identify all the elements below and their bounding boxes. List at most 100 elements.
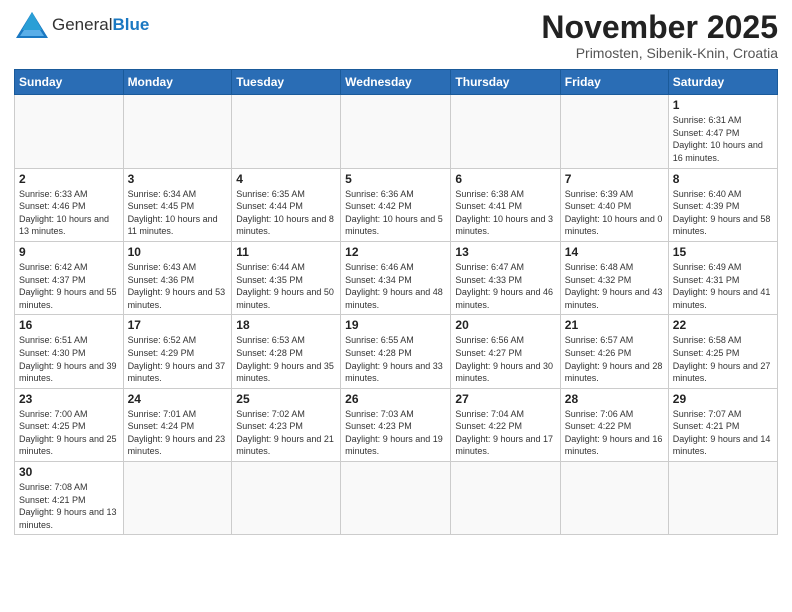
day-info: Sunrise: 6:36 AMSunset: 4:42 PMDaylight:… — [345, 188, 446, 238]
day-number: 21 — [565, 318, 664, 332]
weekday-header-thursday: Thursday — [451, 70, 560, 95]
calendar-cell — [15, 95, 124, 168]
calendar-cell: 9Sunrise: 6:42 AMSunset: 4:37 PMDaylight… — [15, 241, 124, 314]
day-info: Sunrise: 6:52 AMSunset: 4:29 PMDaylight:… — [128, 334, 228, 384]
calendar-cell — [451, 462, 560, 535]
weekday-header-sunday: Sunday — [15, 70, 124, 95]
calendar-cell: 6 Sunrise: 6:38 AMSunset: 4:41 PMDaylight… — [451, 168, 560, 241]
day-info: Sunrise: 6:38 AMSunset: 4:41 PMDaylight:… — [455, 188, 555, 238]
logo-text: GeneralBlue — [52, 15, 149, 35]
day-number: 7 — [565, 172, 664, 186]
calendar-cell — [451, 95, 560, 168]
day-info: Sunrise: 6:51 AMSunset: 4:30 PMDaylight:… — [19, 334, 119, 384]
day-number: 15 — [673, 245, 773, 259]
day-number: 12 — [345, 245, 446, 259]
day-info: Sunrise: 6:57 AMSunset: 4:26 PMDaylight:… — [565, 334, 664, 384]
day-number: 4 — [236, 172, 336, 186]
subtitle: Primosten, Sibenik-Knin, Croatia — [541, 45, 778, 61]
day-info: Sunrise: 6:49 AMSunset: 4:31 PMDaylight:… — [673, 261, 773, 311]
calendar-cell: 16 Sunrise: 6:51 AMSunset: 4:30 PMDayligh… — [15, 315, 124, 388]
day-number: 2 — [19, 172, 119, 186]
calendar-cell: 27 Sunrise: 7:04 AMSunset: 4:22 PMDayligh… — [451, 388, 560, 461]
day-number: 24 — [128, 392, 228, 406]
calendar-cell: 10 Sunrise: 6:43 AMSunset: 4:36 PMDayligh… — [123, 241, 232, 314]
day-number: 29 — [673, 392, 773, 406]
calendar-week-5: 23 Sunrise: 7:00 AMSunset: 4:25 PMDayligh… — [15, 388, 778, 461]
calendar-cell: 11 Sunrise: 6:44 AMSunset: 4:35 PMDayligh… — [232, 241, 341, 314]
day-number: 8 — [673, 172, 773, 186]
calendar-cell: 14 Sunrise: 6:48 AMSunset: 4:32 PMDayligh… — [560, 241, 668, 314]
logo-icon — [14, 10, 50, 40]
calendar-cell: 30Sunrise: 7:08 AMSunset: 4:21 PMDayligh… — [15, 462, 124, 535]
calendar-cell: 3Sunrise: 6:34 AMSunset: 4:45 PMDaylight… — [123, 168, 232, 241]
day-info: Sunrise: 7:02 AMSunset: 4:23 PMDaylight:… — [236, 408, 336, 458]
calendar-cell: 29 Sunrise: 7:07 AMSunset: 4:21 PMDayligh… — [668, 388, 777, 461]
day-info: Sunrise: 6:48 AMSunset: 4:32 PMDaylight:… — [565, 261, 664, 311]
day-number: 1 — [673, 98, 773, 112]
calendar-cell: 18Sunrise: 6:53 AMSunset: 4:28 PMDayligh… — [232, 315, 341, 388]
calendar-cell: 24 Sunrise: 7:01 AMSunset: 4:24 PMDayligh… — [123, 388, 232, 461]
day-info: Sunrise: 7:03 AMSunset: 4:23 PMDaylight:… — [345, 408, 446, 458]
calendar-cell: 17 Sunrise: 6:52 AMSunset: 4:29 PMDayligh… — [123, 315, 232, 388]
calendar-cell: 28Sunrise: 7:06 AMSunset: 4:22 PMDayligh… — [560, 388, 668, 461]
day-info: Sunrise: 6:39 AMSunset: 4:40 PMDaylight:… — [565, 188, 664, 238]
calendar-cell: 2Sunrise: 6:33 AMSunset: 4:46 PMDaylight… — [15, 168, 124, 241]
day-number: 19 — [345, 318, 446, 332]
calendar-week-6: 30Sunrise: 7:08 AMSunset: 4:21 PMDayligh… — [15, 462, 778, 535]
calendar-week-4: 16 Sunrise: 6:51 AMSunset: 4:30 PMDayligh… — [15, 315, 778, 388]
calendar-cell: 5Sunrise: 6:36 AMSunset: 4:42 PMDaylight… — [341, 168, 451, 241]
day-info: Sunrise: 6:53 AMSunset: 4:28 PMDaylight:… — [236, 334, 336, 384]
calendar-cell: 13 Sunrise: 6:47 AMSunset: 4:33 PMDayligh… — [451, 241, 560, 314]
day-info: Sunrise: 7:07 AMSunset: 4:21 PMDaylight:… — [673, 408, 773, 458]
day-number: 3 — [128, 172, 228, 186]
day-info: Sunrise: 6:35 AMSunset: 4:44 PMDaylight:… — [236, 188, 336, 238]
day-number: 20 — [455, 318, 555, 332]
day-number: 11 — [236, 245, 336, 259]
day-info: Sunrise: 6:46 AMSunset: 4:34 PMDaylight:… — [345, 261, 446, 311]
calendar-cell: 22Sunrise: 6:58 AMSunset: 4:25 PMDayligh… — [668, 315, 777, 388]
calendar-cell: 15 Sunrise: 6:49 AMSunset: 4:31 PMDayligh… — [668, 241, 777, 314]
day-number: 16 — [19, 318, 119, 332]
weekday-header-monday: Monday — [123, 70, 232, 95]
calendar-cell: 23 Sunrise: 7:00 AMSunset: 4:25 PMDayligh… — [15, 388, 124, 461]
day-number: 10 — [128, 245, 228, 259]
day-info: Sunrise: 6:56 AMSunset: 4:27 PMDaylight:… — [455, 334, 555, 384]
calendar-cell: 19Sunrise: 6:55 AMSunset: 4:28 PMDayligh… — [341, 315, 451, 388]
calendar-cell — [560, 95, 668, 168]
day-number: 13 — [455, 245, 555, 259]
day-info: Sunrise: 6:47 AMSunset: 4:33 PMDaylight:… — [455, 261, 555, 311]
day-info: Sunrise: 6:44 AMSunset: 4:35 PMDaylight:… — [236, 261, 336, 311]
day-number: 23 — [19, 392, 119, 406]
calendar-week-2: 2Sunrise: 6:33 AMSunset: 4:46 PMDaylight… — [15, 168, 778, 241]
day-number: 14 — [565, 245, 664, 259]
calendar-cell: 25Sunrise: 7:02 AMSunset: 4:23 PMDayligh… — [232, 388, 341, 461]
calendar-week-3: 9Sunrise: 6:42 AMSunset: 4:37 PMDaylight… — [15, 241, 778, 314]
day-number: 17 — [128, 318, 228, 332]
day-info: Sunrise: 7:00 AMSunset: 4:25 PMDaylight:… — [19, 408, 119, 458]
day-info: Sunrise: 6:31 AMSunset: 4:47 PMDaylight:… — [673, 114, 773, 164]
calendar-cell: 4 Sunrise: 6:35 AMSunset: 4:44 PMDaylight… — [232, 168, 341, 241]
day-info: Sunrise: 7:04 AMSunset: 4:22 PMDaylight:… — [455, 408, 555, 458]
day-number: 28 — [565, 392, 664, 406]
month-title: November 2025 — [541, 10, 778, 45]
calendar-table: SundayMondayTuesdayWednesdayThursdayFrid… — [14, 69, 778, 535]
title-section: November 2025 Primosten, Sibenik-Knin, C… — [541, 10, 778, 61]
day-info: Sunrise: 6:43 AMSunset: 4:36 PMDaylight:… — [128, 261, 228, 311]
calendar-cell: 1 Sunrise: 6:31 AMSunset: 4:47 PMDaylight… — [668, 95, 777, 168]
calendar-cell: 26Sunrise: 7:03 AMSunset: 4:23 PMDayligh… — [341, 388, 451, 461]
weekday-header-row: SundayMondayTuesdayWednesdayThursdayFrid… — [15, 70, 778, 95]
calendar-cell — [123, 95, 232, 168]
calendar-week-1: 1 Sunrise: 6:31 AMSunset: 4:47 PMDaylight… — [15, 95, 778, 168]
day-number: 27 — [455, 392, 555, 406]
calendar-cell — [341, 95, 451, 168]
page: GeneralBlue November 2025 Primosten, Sib… — [0, 0, 792, 612]
weekday-header-friday: Friday — [560, 70, 668, 95]
calendar-cell: 12 Sunrise: 6:46 AMSunset: 4:34 PMDayligh… — [341, 241, 451, 314]
day-info: Sunrise: 7:01 AMSunset: 4:24 PMDaylight:… — [128, 408, 228, 458]
calendar-cell — [123, 462, 232, 535]
calendar-cell: 21 Sunrise: 6:57 AMSunset: 4:26 PMDayligh… — [560, 315, 668, 388]
weekday-header-tuesday: Tuesday — [232, 70, 341, 95]
day-number: 6 — [455, 172, 555, 186]
day-info: Sunrise: 6:58 AMSunset: 4:25 PMDaylight:… — [673, 334, 773, 384]
calendar-cell — [232, 95, 341, 168]
